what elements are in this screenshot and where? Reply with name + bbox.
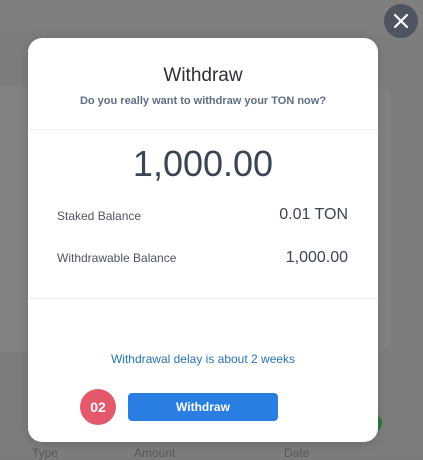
close-icon	[393, 13, 409, 29]
withdrawable-balance-value: 1,000.00	[285, 249, 348, 266]
withdraw-modal: Withdraw Do you really want to withdraw …	[28, 38, 378, 442]
modal-subtitle: Do you really want to withdraw your TON …	[79, 95, 327, 107]
table-header-amount: Amount	[134, 446, 176, 460]
step-badge: 02	[80, 389, 116, 425]
background-header	[0, 0, 423, 28]
table-header-date: Date	[284, 446, 310, 460]
table-header-type: Type	[32, 446, 59, 460]
withdrawal-delay-notice: Withdrawal delay is about 2 weeks	[110, 352, 296, 366]
withdrawable-balance-label: Withdrawable Balance	[57, 251, 177, 265]
divider	[28, 298, 378, 299]
staked-balance-label: Staked Balance	[57, 209, 142, 223]
modal-title: Withdraw	[163, 65, 243, 86]
withdraw-amount: 1,000.00	[132, 143, 274, 184]
withdraw-button[interactable]: Withdraw	[128, 393, 278, 421]
staked-balance-value: 0.01 TON	[279, 206, 348, 223]
divider	[28, 129, 378, 130]
close-button[interactable]	[384, 4, 418, 38]
